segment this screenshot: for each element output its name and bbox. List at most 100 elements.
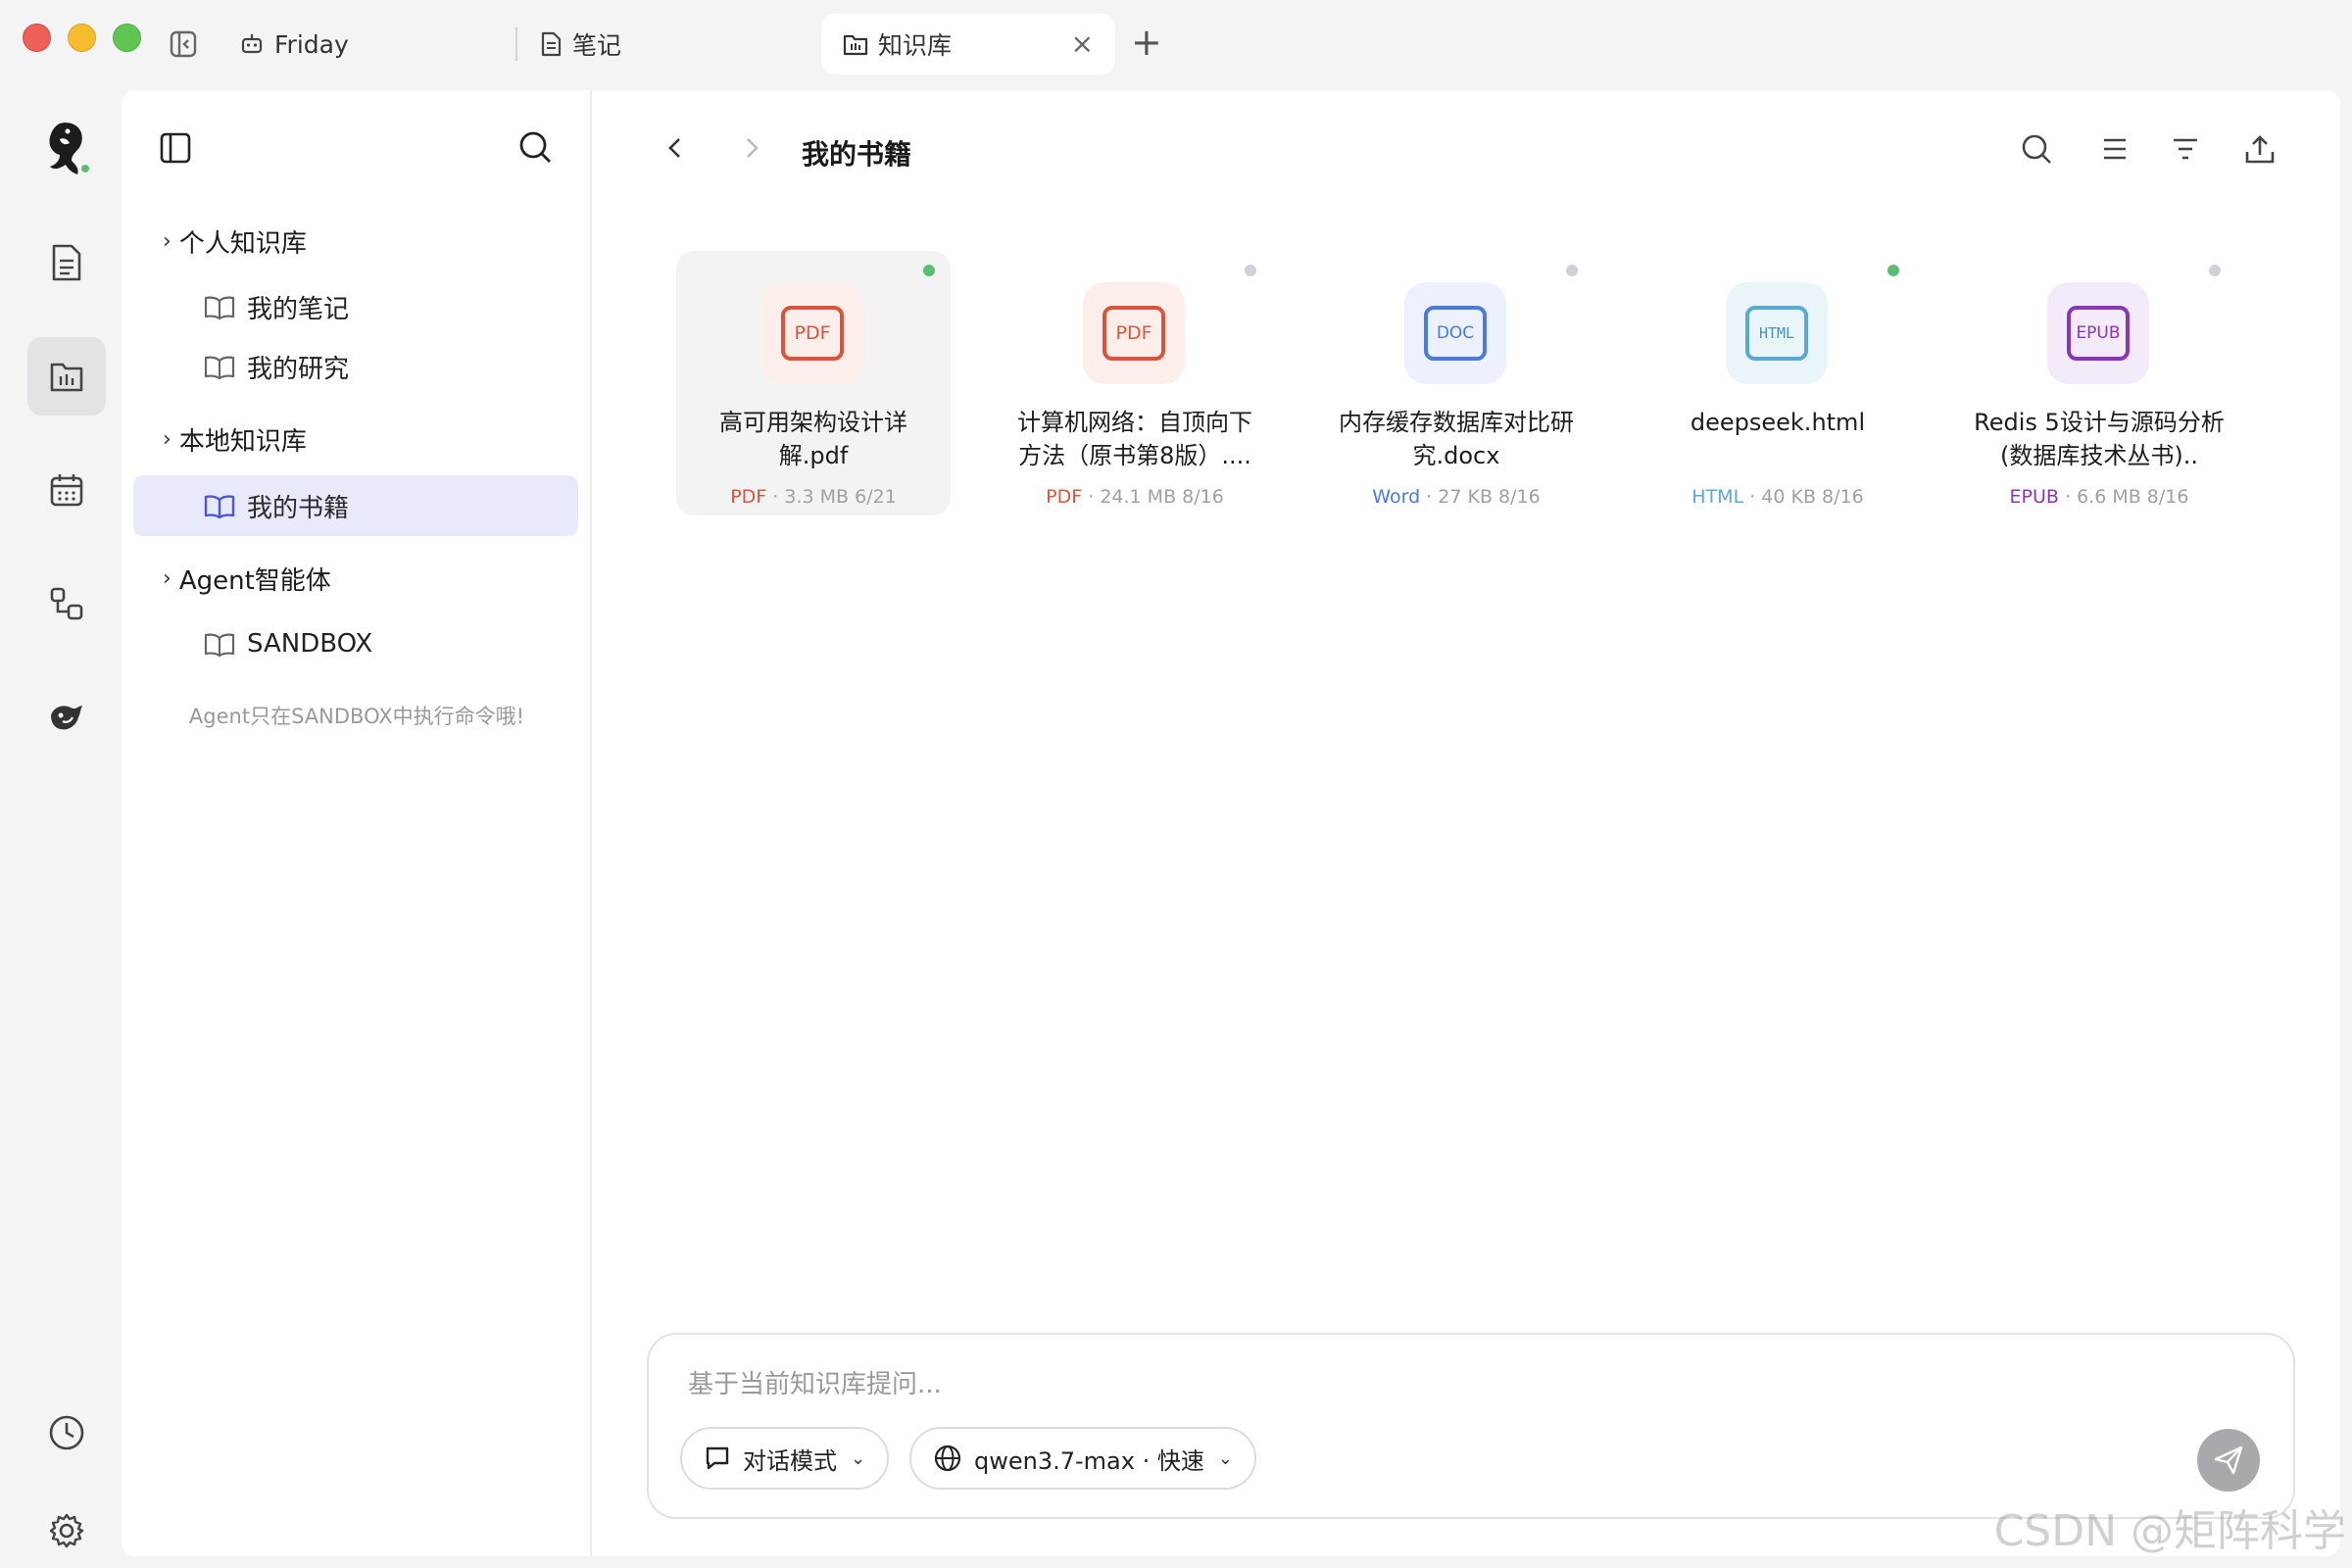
title-bar: Friday 笔记 知识库 × + — [0, 0, 2352, 90]
group-personal-kb[interactable]: › 个人知识库 — [163, 223, 307, 260]
file-meta: PDF · 3.3 MB 6/21 — [730, 486, 897, 508]
file-meta: HTML · 40 KB 8/16 — [1691, 486, 1864, 508]
collapse-sidebar-icon[interactable] — [169, 29, 198, 59]
sidebar-item-sandbox[interactable]: SANDBOX — [133, 613, 578, 674]
tab-label: 笔记 — [572, 31, 622, 60]
main-panel: 我的书籍 PDF 高可用架构设计详解.pdf PDF · 3.3 MB 6/21… — [592, 90, 2340, 1556]
file-date: 8/16 — [2146, 486, 2189, 508]
file-type: HTML — [1691, 486, 1744, 508]
pdf-file-icon: PDF — [761, 282, 863, 384]
sidebar-item-my-notes[interactable]: 我的笔记 — [133, 276, 578, 337]
file-name: 计算机网络：自顶向下方法（原书第8版）.... — [1017, 409, 1252, 469]
dolphin-logo-icon — [27, 110, 106, 188]
filter-icon[interactable] — [2166, 129, 2205, 169]
chat-input[interactable] — [688, 1370, 2060, 1399]
minimize-window-button[interactable] — [68, 24, 96, 52]
group-agent[interactable]: › Agent智能体 — [163, 561, 331, 597]
sandbox-note: Agent只在SANDBOX中执行命令哦! — [188, 705, 525, 728]
kb-sidebar: › 个人知识库 我的笔记 我的研究 › 本地知识库 我的书籍 › Agent智能… — [122, 90, 592, 1556]
file-meta: EPUB · 6.6 MB 8/16 — [2009, 486, 2189, 508]
file-type: EPUB — [2009, 486, 2059, 508]
toggle-panel-icon[interactable] — [159, 131, 192, 169]
file-card[interactable]: HTML deepseek.html HTML · 40 KB 8/16 — [1641, 251, 1915, 515]
chevron-right-icon: › — [163, 427, 172, 452]
back-button[interactable] — [661, 133, 690, 167]
status-dot — [1887, 265, 1899, 276]
file-type: Word — [1372, 486, 1421, 508]
book-icon — [204, 296, 235, 320]
file-name: Redis 5设计与源码分析 (数据库技术丛书).. — [1974, 409, 2225, 469]
tab-notes[interactable]: 笔记 — [539, 14, 813, 74]
chevron-down-icon: ⌄ — [1217, 1447, 1233, 1469]
upload-icon[interactable] — [2240, 129, 2279, 169]
file-card[interactable]: DOC 内存缓存数据库对比研究.docx Word · 27 KB 8/16 — [1319, 251, 1593, 515]
knowledge-nav-icon[interactable] — [27, 337, 106, 416]
chat-composer: 对话模式 ⌄ qwen3.7-max · 快速 ⌄ — [647, 1333, 2295, 1519]
document-icon — [541, 31, 562, 57]
file-name: deepseek.html — [1690, 409, 1866, 436]
maximize-window-button[interactable] — [113, 24, 141, 52]
file-date: 8/16 — [1498, 486, 1541, 508]
file-size: 27 KB — [1438, 486, 1493, 508]
file-name: 内存缓存数据库对比研究.docx — [1339, 409, 1574, 469]
sidebar-item-my-books[interactable]: 我的书籍 — [133, 475, 578, 536]
sidebar-item-label: SANDBOX — [247, 629, 373, 659]
history-nav-icon[interactable] — [27, 1394, 106, 1472]
list-view-icon[interactable] — [2095, 129, 2134, 169]
tab-friday[interactable]: Friday — [239, 14, 514, 74]
sidebar-item-my-research[interactable]: 我的研究 — [133, 336, 578, 397]
search-icon[interactable] — [2017, 129, 2056, 169]
group-label: 本地知识库 — [178, 427, 307, 457]
app-window: Friday 笔记 知识库 × + › 个人知识库 我的笔记 我的研究 › 本地… — [0, 0, 2352, 1568]
add-tab-button[interactable]: + — [1131, 24, 1162, 61]
file-badge: PDF — [781, 306, 844, 361]
file-size: 6.6 MB — [2077, 486, 2141, 508]
file-badge: HTML — [1745, 306, 1808, 361]
deepseek-nav-icon[interactable] — [27, 678, 106, 757]
page-title: 我的书籍 — [802, 138, 912, 171]
file-date: 8/16 — [1182, 486, 1224, 508]
model-select[interactable]: qwen3.7-max · 快速 ⌄ — [909, 1427, 1256, 1490]
close-tab-icon[interactable]: × — [1071, 30, 1094, 58]
notes-nav-icon[interactable] — [27, 223, 106, 302]
mode-select[interactable]: 对话模式 ⌄ — [680, 1427, 890, 1490]
file-card[interactable]: EPUB Redis 5设计与源码分析 (数据库技术丛书).. EPUB · 6… — [1962, 251, 2236, 515]
forward-button[interactable] — [737, 133, 766, 167]
mode-label: 对话模式 — [743, 1446, 837, 1475]
send-button[interactable] — [2197, 1429, 2260, 1492]
sidebar-search-icon[interactable] — [517, 129, 553, 169]
chevron-down-icon: ⌄ — [851, 1447, 866, 1469]
file-date: 8/16 — [1822, 486, 1864, 508]
file-card[interactable]: PDF 计算机网络：自顶向下方法（原书第8版）.... PDF · 24.1 M… — [998, 251, 1272, 515]
file-size: 3.3 MB — [784, 486, 850, 508]
calendar-nav-icon[interactable] — [27, 451, 106, 529]
app-rail — [0, 90, 122, 1568]
book-icon — [204, 633, 235, 658]
tab-label: Friday — [274, 29, 349, 59]
sidebar-item-label: 我的研究 — [247, 354, 350, 384]
file-type: PDF — [1046, 486, 1083, 508]
file-badge: DOC — [1424, 306, 1487, 361]
epub-file-icon: EPUB — [2047, 282, 2149, 384]
file-card[interactable]: PDF 高可用架构设计详解.pdf PDF · 3.3 MB 6/21 — [676, 251, 951, 515]
model-label: qwen3.7-max · 快速 — [974, 1446, 1204, 1475]
workflow-nav-icon[interactable] — [27, 564, 106, 643]
file-size: 40 KB — [1761, 486, 1816, 508]
settings-nav-icon[interactable] — [27, 1492, 106, 1568]
doc-file-icon: DOC — [1404, 282, 1506, 384]
file-date: 6/21 — [855, 486, 897, 508]
group-local-kb[interactable]: › 本地知识库 — [163, 421, 307, 458]
file-name: 高可用架构设计详解.pdf — [719, 409, 907, 469]
chevron-right-icon: › — [163, 566, 172, 591]
tab-label: 知识库 — [878, 31, 953, 60]
file-badge: EPUB — [2067, 306, 2130, 361]
tab-knowledge-base[interactable]: 知识库 × — [821, 14, 1115, 74]
file-badge: PDF — [1102, 306, 1165, 361]
sidebar-item-label: 我的笔记 — [247, 294, 350, 324]
globe-icon — [934, 1445, 961, 1472]
chat-bubble-icon — [706, 1446, 729, 1470]
file-meta: PDF · 24.1 MB 8/16 — [1046, 486, 1224, 508]
group-label: Agent智能体 — [178, 566, 331, 596]
status-dot — [1566, 265, 1578, 276]
close-window-button[interactable] — [23, 24, 51, 52]
